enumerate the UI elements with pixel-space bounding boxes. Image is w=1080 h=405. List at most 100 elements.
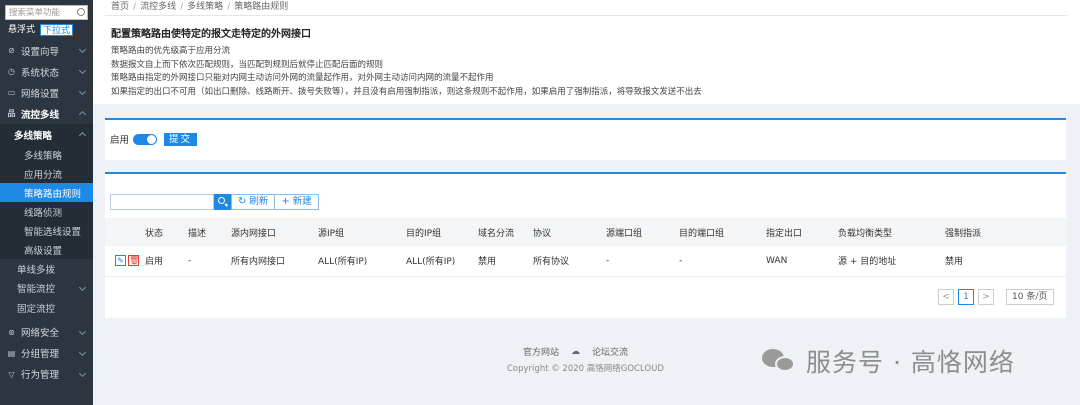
cell-status: 启用 xyxy=(145,246,188,277)
pagination: < 1 > 10 条/页 xyxy=(938,289,1054,305)
menu-search-input[interactable]: 搜索菜单功能 xyxy=(5,5,88,20)
search-icon xyxy=(218,197,225,204)
chevron-down-icon xyxy=(78,348,87,356)
enable-panel: 启用 提交 xyxy=(105,118,1066,160)
menu-search-placeholder: 搜索菜单功能 xyxy=(9,8,61,18)
table-header-row: 状态 描述 源内网接口 源IP组 目的IP组 域名分流 协议 源端口组 目的端口… xyxy=(105,218,1066,246)
sidebar-item-network-security[interactable]: ⊛ 网络安全 xyxy=(0,322,93,343)
list-icon: ▤ xyxy=(7,348,16,358)
watermark-text: 服务号 · 高恪网络 xyxy=(806,348,1015,377)
cell-lb-type: 源 + 目的地址 xyxy=(838,246,945,277)
sidebar-group-label: 多线策略 xyxy=(14,130,53,142)
col-header-src-port: 源端口组 xyxy=(606,218,679,246)
sidebar-item-label: 网络安全 xyxy=(21,328,60,339)
description-line: 数据报文自上而下依次匹配规则，当匹配到规则后就停止匹配后面的规则 xyxy=(111,59,384,70)
sidebar-item-multiline-policy[interactable]: 多线策略 xyxy=(0,145,93,164)
search-icon xyxy=(77,8,85,16)
chevron-down-icon xyxy=(78,45,87,54)
edit-icon[interactable]: ✎ xyxy=(115,255,126,267)
col-header-src-ip: 源IP组 xyxy=(318,218,406,246)
breadcrumb-multiline-policy[interactable]: 多线策略 xyxy=(187,2,223,12)
sidebar-item-single-line-multidial[interactable]: 单线多拨 xyxy=(0,259,93,279)
sidebar-item-label: 系统状态 xyxy=(21,67,60,79)
col-header-status: 状态 xyxy=(145,218,188,246)
col-header-force: 强制指派 xyxy=(945,218,1066,246)
rule-search-input[interactable] xyxy=(110,194,214,210)
rules-panel: ↻ 刷新 + 新建 状态 描述 源内网接口 源IP组 目的IP组 域名分流 协议… xyxy=(105,172,1066,318)
sidebar-item-label: 设置向导 xyxy=(21,46,60,58)
col-header-dst-port: 目的端口组 xyxy=(679,218,766,246)
col-header-protocol: 协议 xyxy=(533,218,606,246)
col-header-domain: 域名分流 xyxy=(478,218,533,246)
chevron-down-icon xyxy=(78,87,87,96)
next-page-button[interactable]: > xyxy=(978,289,994,305)
submit-button[interactable]: 提交 xyxy=(164,132,198,146)
page-1-button[interactable]: 1 xyxy=(958,289,974,305)
page-size-select[interactable]: 10 条/页 xyxy=(1006,289,1054,305)
col-header-lb-type: 负载均衡类型 xyxy=(838,218,945,246)
cell-force: 禁用 xyxy=(945,246,1066,277)
cell-src-iface: 所有内网接口 xyxy=(231,246,318,277)
cell-src-ip: ALL(所有IP) xyxy=(318,246,406,277)
cell-dst-port: - xyxy=(679,246,766,277)
new-button[interactable]: + 新建 xyxy=(275,194,319,210)
sidebar-item-line-detect[interactable]: 线路侦测 xyxy=(0,202,93,221)
copyright: Copyright © 2020 高恪网络GOCLOUD xyxy=(507,364,664,374)
sidebar-item-label: 固定流控 xyxy=(17,303,56,315)
sidebar-subgroup: 多线策略 多线策略 应用分流 策略路由规则 线路侦测 智能选线设置 高级设置 xyxy=(0,124,93,259)
chevron-up-icon xyxy=(78,110,87,119)
sidebar-item-label: 分组管理 xyxy=(21,349,60,360)
sidebar: 搜索菜单功能 悬浮式 下拉式 ⊘ 设置向导 ◷ 系统状态 ▭ 网络设置 品 流控… xyxy=(0,0,93,405)
cell-dst-ip: ALL(所有IP) xyxy=(406,246,478,277)
col-header-src-iface: 源内网接口 xyxy=(231,218,318,246)
col-header-dst-ip: 目的IP组 xyxy=(406,218,478,246)
sidebar-item-group-management[interactable]: ▤ 分组管理 xyxy=(0,343,93,364)
enable-toggle[interactable] xyxy=(133,133,158,145)
cell-domain: 禁用 xyxy=(478,246,533,277)
monitor-icon: ▭ xyxy=(7,88,16,97)
chevron-down-icon xyxy=(78,369,87,377)
new-label: 新建 xyxy=(292,196,312,207)
sidebar-group-multiline-policy[interactable]: 多线策略 xyxy=(0,124,93,145)
forum-link[interactable]: 论坛交流 xyxy=(592,345,628,358)
breadcrumb-home[interactable]: 首页 xyxy=(111,2,129,12)
sidebar-item-smart-line-select[interactable]: 智能选线设置 xyxy=(0,221,93,240)
breadcrumb-flow-control[interactable]: 流控多线 xyxy=(140,2,176,12)
sidebar-item-policy-route-rules[interactable]: 策略路由规则 xyxy=(0,183,93,202)
mode-float-button[interactable]: 悬浮式 xyxy=(6,24,37,36)
chevron-down-icon xyxy=(78,66,87,75)
cell-exit: WAN xyxy=(766,246,838,277)
description-line: 策略路由指定的外网接口只能对内网主动访问外网的流量起作用，对外网主动访问内网的流… xyxy=(111,73,494,83)
compass-icon: ⊘ xyxy=(8,46,15,55)
row-ops-cell: ✎ 🗑 xyxy=(105,246,145,277)
description-line: 策略路由的优先级高于应用分流 xyxy=(111,46,231,56)
col-header-desc: 描述 xyxy=(188,218,231,246)
sidebar-item-app-split[interactable]: 应用分流 xyxy=(0,164,93,183)
official-site-link[interactable]: 官方网站 xyxy=(523,345,559,358)
refresh-label: 刷新 xyxy=(249,196,269,207)
sidebar-item-flow-control[interactable]: 品 流控多线 xyxy=(0,103,93,124)
rules-table: 状态 描述 源内网接口 源IP组 目的IP组 域名分流 协议 源端口组 目的端口… xyxy=(105,218,1066,277)
chevron-down-icon xyxy=(78,327,87,335)
sidebar-item-behavior-management[interactable]: ▽ 行为管理 xyxy=(0,364,93,385)
sidebar-item-advanced-settings[interactable]: 高级设置 xyxy=(0,240,93,259)
mode-dropdown-button[interactable]: 下拉式 xyxy=(40,24,74,36)
sidebar-item-fixed-flow-control[interactable]: 固定流控 xyxy=(0,298,93,318)
sidebar-item-label: 单线多拨 xyxy=(17,264,56,276)
cell-protocol: 所有协议 xyxy=(533,246,606,277)
prev-page-button[interactable]: < xyxy=(938,289,954,305)
col-header-ops xyxy=(105,218,145,246)
sidebar-item-label: 流控多线 xyxy=(21,109,60,121)
wechat-icon xyxy=(762,347,796,375)
refresh-button[interactable]: ↻ 刷新 xyxy=(231,194,276,210)
sidebar-item-smart-flow-control[interactable]: 智能流控 xyxy=(0,279,93,299)
refresh-icon: ↻ xyxy=(238,196,247,207)
sidebar-item-setup-wizard[interactable]: ⊘ 设置向导 xyxy=(0,40,93,61)
trash-icon[interactable]: 🗑 xyxy=(128,255,139,267)
cell-src-port: - xyxy=(606,246,679,277)
search-button[interactable] xyxy=(214,194,231,210)
sidebar-item-network-settings[interactable]: ▭ 网络设置 xyxy=(0,82,93,103)
sidebar-item-system-status[interactable]: ◷ 系统状态 xyxy=(0,61,93,82)
page-header: 首页 / 流控多线 / 多线策略 / 策略路由规则 配置策略路由使特定的报文走特定的外网接口… xyxy=(93,0,1080,104)
breadcrumb: 首页 / 流控多线 / 多线策略 / 策略路由规则 xyxy=(105,0,1068,16)
